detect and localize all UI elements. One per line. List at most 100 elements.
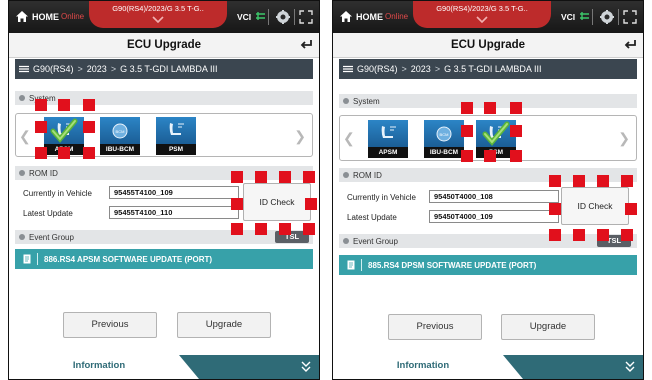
event-group-label: Event Group: [353, 236, 398, 246]
latest-rom-id-field: 95450T4000_109: [429, 210, 559, 223]
event-list-item[interactable]: 886.RS4 APSM SOFTWARE UPDATE (PORT): [15, 249, 313, 269]
annotation-marker: [255, 223, 267, 235]
previous-button[interactable]: Previous: [63, 312, 157, 338]
breadcrumb-year[interactable]: 2023: [411, 64, 431, 74]
bcm-module-icon: BCM: [436, 126, 452, 142]
bullet-dot: [19, 234, 25, 240]
annotation-marker: [58, 147, 70, 159]
double-chevron-down-icon[interactable]: [301, 361, 311, 373]
scroll-left-arrow-icon[interactable]: ❮: [343, 130, 355, 147]
rom-id-section-header: ROM ID: [339, 168, 637, 182]
event-item-label: 885.RS4 DPSM SOFTWARE UPDATE (PORT): [368, 260, 537, 270]
divider: [361, 259, 362, 271]
vci-connection-icon: [256, 12, 265, 20]
event-list-item[interactable]: 885.RS4 DPSM SOFTWARE UPDATE (PORT): [339, 255, 637, 275]
annotation-marker: [510, 102, 522, 114]
fullscreen-icon[interactable]: [299, 10, 313, 24]
divider: [592, 9, 593, 25]
vehicle-title: G90(RS4)/2023/G 3.5 T-G..: [436, 4, 528, 13]
breadcrumb-separator: >: [434, 64, 441, 74]
annotation-marker: [231, 198, 243, 210]
module-ibu-bcm[interactable]: BCM IBU-BCM: [100, 117, 140, 155]
breadcrumb: G90(RS4) > 2023 > G 3.5 T-GDI LAMBDA III: [15, 59, 313, 79]
back-arrow-icon[interactable]: [623, 39, 637, 52]
annotation-marker: [484, 102, 496, 114]
annotation-marker: [461, 125, 473, 137]
back-arrow-icon[interactable]: [299, 39, 313, 52]
rom-id-label: ROM ID: [353, 170, 382, 180]
bullet-dot: [343, 98, 349, 104]
scroll-right-arrow-icon[interactable]: ❯: [294, 128, 306, 145]
chevron-down-icon: [152, 16, 164, 23]
annotation-marker: [303, 171, 315, 183]
annotation-marker: [510, 150, 522, 162]
system-label: System: [353, 96, 380, 106]
module-psm[interactable]: PSM: [156, 117, 196, 155]
svg-text:BCM: BCM: [116, 129, 125, 134]
information-bar: Information: [9, 355, 319, 379]
annotation-marker: [231, 223, 243, 235]
module-apsm[interactable]: APSM: [368, 120, 408, 158]
annotation-marker: [83, 99, 95, 111]
gear-wrench-icon[interactable]: [599, 9, 615, 25]
svg-text:BCM: BCM: [440, 132, 449, 137]
vehicle-info-tab[interactable]: G90(RS4)/2023/G 3.5 T-G..: [413, 1, 551, 28]
information-tab[interactable]: Information: [333, 355, 523, 379]
bullet-dot: [19, 170, 25, 176]
home-label[interactable]: HOME: [356, 12, 383, 22]
seat-memory-icon: [169, 123, 184, 135]
latest-rom-id-field: 95455T4100_110: [109, 206, 239, 219]
rom-id-section-header: ROM ID: [15, 166, 313, 180]
seat-memory-icon: [381, 126, 396, 138]
rom-id-label: ROM ID: [29, 168, 58, 178]
divider: [618, 9, 619, 25]
id-check-button[interactable]: ID Check: [243, 183, 311, 221]
module-label: PSM: [156, 144, 196, 155]
breadcrumb-model[interactable]: G90(RS4): [357, 64, 398, 74]
previous-button[interactable]: Previous: [388, 314, 482, 340]
annotation-marker: [549, 203, 561, 215]
scroll-left-arrow-icon[interactable]: ❮: [19, 128, 31, 145]
id-check-button[interactable]: ID Check: [561, 187, 629, 225]
upgrade-button[interactable]: Upgrade: [501, 314, 595, 340]
annotation-marker: [597, 175, 609, 187]
bullet-dot: [19, 95, 25, 101]
right-screen-panel: HOME Online G90(RS4)/2023/G 3.5 T-G.. VC…: [332, 0, 644, 380]
breadcrumb-model[interactable]: G90(RS4): [33, 64, 74, 74]
divider: [268, 9, 269, 25]
annotation-marker: [35, 121, 47, 133]
double-chevron-down-icon[interactable]: [625, 361, 635, 373]
scroll-right-arrow-icon[interactable]: ❯: [618, 130, 630, 147]
annotation-marker: [549, 229, 561, 241]
home-icon[interactable]: [339, 10, 353, 23]
menu-lines-icon: [19, 65, 29, 73]
annotation-marker: [83, 147, 95, 159]
fullscreen-icon[interactable]: [623, 10, 637, 24]
currently-in-vehicle-label: Currently in Vehicle: [347, 193, 416, 202]
left-screen-panel: HOME Online G90(RS4)/2023/G 3.5 T-G.. VC…: [8, 0, 320, 380]
gear-wrench-icon[interactable]: [275, 9, 291, 25]
home-icon[interactable]: [15, 10, 29, 23]
information-tab[interactable]: Information: [9, 355, 199, 379]
annotation-marker: [58, 99, 70, 111]
information-label: Information: [396, 360, 450, 371]
breadcrumb: G90(RS4) > 2023 > G 3.5 T-GDI LAMBDA III: [339, 59, 637, 79]
upgrade-button[interactable]: Upgrade: [177, 312, 271, 338]
top-bar: HOME Online G90(RS4)/2023/G 3.5 T-G.. VC…: [9, 1, 319, 33]
breadcrumb-engine[interactable]: G 3.5 T-GDI LAMBDA III: [120, 64, 217, 74]
breadcrumb-year[interactable]: 2023: [87, 64, 107, 74]
annotation-marker: [35, 147, 47, 159]
breadcrumb-separator: >: [401, 64, 407, 74]
vci-label: VCI: [237, 12, 252, 22]
online-status: Online: [61, 12, 85, 21]
title-bar: ECU Upgrade: [9, 33, 319, 58]
vci-connection-icon: [580, 12, 589, 20]
divider: [37, 253, 38, 265]
module-ibu-bcm[interactable]: BCM IBU-BCM: [424, 120, 464, 158]
document-icon: [347, 260, 355, 270]
home-label[interactable]: HOME: [32, 12, 59, 22]
breadcrumb-engine[interactable]: G 3.5 T-GDI LAMBDA III: [444, 64, 541, 74]
breadcrumb-separator: >: [77, 64, 83, 74]
module-tile: BCM: [100, 117, 140, 144]
vehicle-info-tab[interactable]: G90(RS4)/2023/G 3.5 T-G..: [89, 1, 227, 28]
